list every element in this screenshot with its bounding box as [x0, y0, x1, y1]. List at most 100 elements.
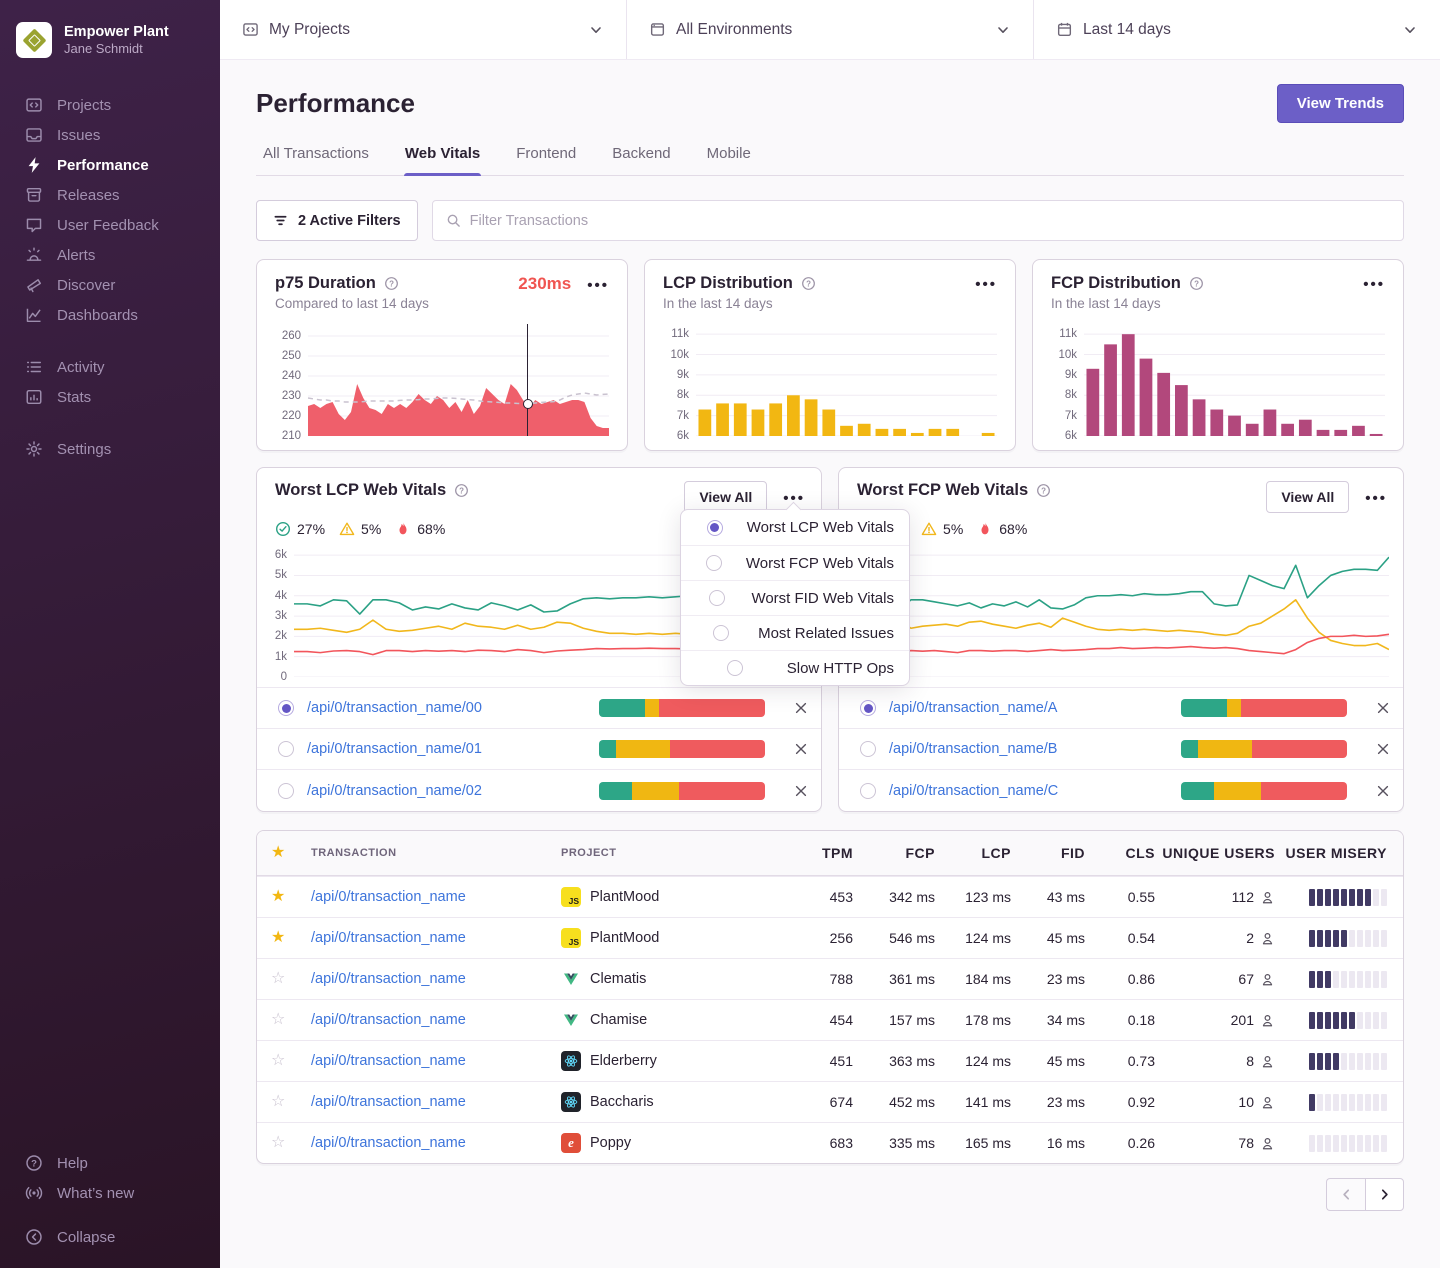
transaction-link[interactable]: /api/0/transaction_name — [311, 1012, 561, 1028]
transaction-link[interactable]: /api/0/transaction_name — [311, 889, 561, 905]
column-header-transaction[interactable]: TRANSACTION — [311, 847, 561, 859]
radio-button[interactable] — [706, 555, 722, 571]
org-switcher[interactable]: Empower Plant Jane Schmidt — [0, 14, 220, 64]
star-icon[interactable]: ★ — [271, 845, 311, 861]
column-header-fid[interactable]: FID — [1011, 845, 1085, 861]
sidebar-item-issues[interactable]: Issues — [0, 120, 220, 150]
transaction-link[interactable]: /api/0/transaction_name/01 — [307, 741, 599, 757]
project-name[interactable]: Clematis — [590, 971, 646, 987]
tab-mobile[interactable]: Mobile — [706, 145, 752, 175]
radio-button[interactable] — [278, 741, 294, 757]
sidebar-item-help[interactable]: ?Help — [0, 1148, 220, 1178]
transaction-link[interactable]: /api/0/transaction_name — [311, 1135, 561, 1151]
sidebar-item-discover[interactable]: Discover — [0, 270, 220, 300]
column-header-tpm[interactable]: TPM — [789, 845, 853, 861]
search-input[interactable] — [470, 213, 1390, 229]
radio-button[interactable] — [713, 625, 729, 641]
card-menu-button[interactable]: ••• — [587, 275, 609, 293]
card-menu-button[interactable]: ••• — [975, 274, 997, 292]
star-icon[interactable]: ☆ — [271, 971, 311, 987]
sidebar-item-user-feedback[interactable]: User Feedback — [0, 210, 220, 240]
prev-page-button[interactable] — [1326, 1178, 1365, 1211]
help-icon[interactable]: ? — [1036, 483, 1051, 498]
transaction-link[interactable]: /api/0/transaction_name — [311, 930, 561, 946]
card-menu-button[interactable]: ••• — [1363, 274, 1385, 292]
radio-button[interactable] — [860, 783, 876, 799]
sidebar-item-alerts[interactable]: Alerts — [0, 240, 220, 270]
dropdown-option-worst-lcp-web-vitals[interactable]: Worst LCP Web Vitals — [681, 510, 909, 545]
help-icon[interactable]: ? — [1189, 276, 1204, 291]
star-icon[interactable]: ☆ — [271, 1135, 311, 1151]
close-icon[interactable] — [1375, 700, 1391, 716]
project-name[interactable]: PlantMood — [590, 889, 659, 905]
sidebar-item-releases[interactable]: Releases — [0, 180, 220, 210]
tab-all-transactions[interactable]: All Transactions — [262, 145, 370, 175]
tab-web-vitals[interactable]: Web Vitals — [404, 145, 481, 175]
dropdown-option-most-related-issues[interactable]: Most Related Issues — [681, 615, 909, 650]
transaction-link[interactable]: /api/0/transaction_name/A — [889, 700, 1181, 716]
sidebar-item-projects[interactable]: Projects — [0, 90, 220, 120]
star-icon[interactable]: ★ — [271, 930, 311, 946]
sidebar-item-label: Dashboards — [57, 307, 138, 324]
star-icon[interactable]: ☆ — [271, 1053, 311, 1069]
transaction-link[interactable]: /api/0/transaction_name/B — [889, 741, 1181, 757]
transaction-link[interactable]: /api/0/transaction_name — [311, 1053, 561, 1069]
close-icon[interactable] — [793, 741, 809, 757]
selector-last-14-days[interactable]: Last 14 days — [1034, 0, 1440, 59]
column-header-project[interactable]: PROJECT — [561, 847, 789, 859]
lcp-distribution-chart: 6k7k8k9k10k11k — [663, 324, 997, 436]
dropdown-option-slow-http-ops[interactable]: Slow HTTP Ops — [681, 650, 909, 685]
close-icon[interactable] — [1375, 783, 1391, 799]
dropdown-option-worst-fid-web-vitals[interactable]: Worst FID Web Vitals — [681, 580, 909, 615]
radio-button[interactable] — [727, 660, 743, 676]
next-page-button[interactable] — [1365, 1178, 1404, 1211]
transaction-link[interactable]: /api/0/transaction_name — [311, 971, 561, 987]
close-icon[interactable] — [1375, 741, 1391, 757]
help-icon[interactable]: ? — [454, 483, 469, 498]
star-icon[interactable]: ☆ — [271, 1012, 311, 1028]
radio-button[interactable] — [709, 590, 725, 606]
sidebar-item-activity[interactable]: Activity — [0, 352, 220, 382]
project-name[interactable]: Elderberry — [590, 1053, 657, 1069]
transaction-link[interactable]: /api/0/transaction_name — [311, 1094, 561, 1110]
project-name[interactable]: Baccharis — [590, 1094, 654, 1110]
project-name[interactable]: Poppy — [590, 1135, 631, 1151]
transaction-link[interactable]: /api/0/transaction_name/C — [889, 783, 1181, 799]
sidebar-item-collapse[interactable]: Collapse — [0, 1222, 220, 1252]
radio-button[interactable] — [278, 700, 294, 716]
column-header-fcp[interactable]: FCP — [853, 845, 935, 861]
star-icon[interactable]: ☆ — [271, 1094, 311, 1110]
close-icon[interactable] — [793, 783, 809, 799]
sidebar-item-settings[interactable]: Settings — [0, 434, 220, 464]
radio-button[interactable] — [707, 520, 723, 536]
selector-my-projects[interactable]: My Projects — [220, 0, 627, 59]
view-trends-button[interactable]: View Trends — [1277, 84, 1404, 123]
transaction-link[interactable]: /api/0/transaction_name/00 — [307, 700, 599, 716]
radio-button[interactable] — [860, 700, 876, 716]
tab-frontend[interactable]: Frontend — [515, 145, 577, 175]
close-icon[interactable] — [793, 700, 809, 716]
star-icon[interactable]: ★ — [271, 889, 311, 905]
column-header-unique-users[interactable]: UNIQUE USERS — [1155, 845, 1275, 861]
poor-segment — [670, 740, 765, 758]
transaction-link[interactable]: /api/0/transaction_name/02 — [307, 783, 599, 799]
radio-button[interactable] — [860, 741, 876, 757]
sidebar-item-performance[interactable]: Performance — [0, 150, 220, 180]
project-name[interactable]: Chamise — [590, 1012, 647, 1028]
help-icon[interactable]: ? — [801, 276, 816, 291]
column-header-cls[interactable]: CLS — [1085, 845, 1155, 861]
column-header-user-misery[interactable]: USER MISERY — [1275, 845, 1387, 861]
tab-backend[interactable]: Backend — [611, 145, 671, 175]
selector-all-environments[interactable]: All Environments — [627, 0, 1034, 59]
card-menu-button[interactable]: ••• — [1365, 488, 1387, 506]
column-header-lcp[interactable]: LCP — [935, 845, 1011, 861]
active-filters-button[interactable]: 2 Active Filters — [256, 200, 418, 241]
sidebar-item-what-s-new[interactable]: What’s new — [0, 1178, 220, 1208]
help-icon[interactable]: ? — [384, 276, 399, 291]
view-all-button[interactable]: View All — [1266, 481, 1349, 513]
dropdown-option-worst-fcp-web-vitals[interactable]: Worst FCP Web Vitals — [681, 545, 909, 580]
project-name[interactable]: PlantMood — [590, 930, 659, 946]
sidebar-item-dashboards[interactable]: Dashboards — [0, 300, 220, 330]
sidebar-item-stats[interactable]: Stats — [0, 382, 220, 412]
radio-button[interactable] — [278, 783, 294, 799]
